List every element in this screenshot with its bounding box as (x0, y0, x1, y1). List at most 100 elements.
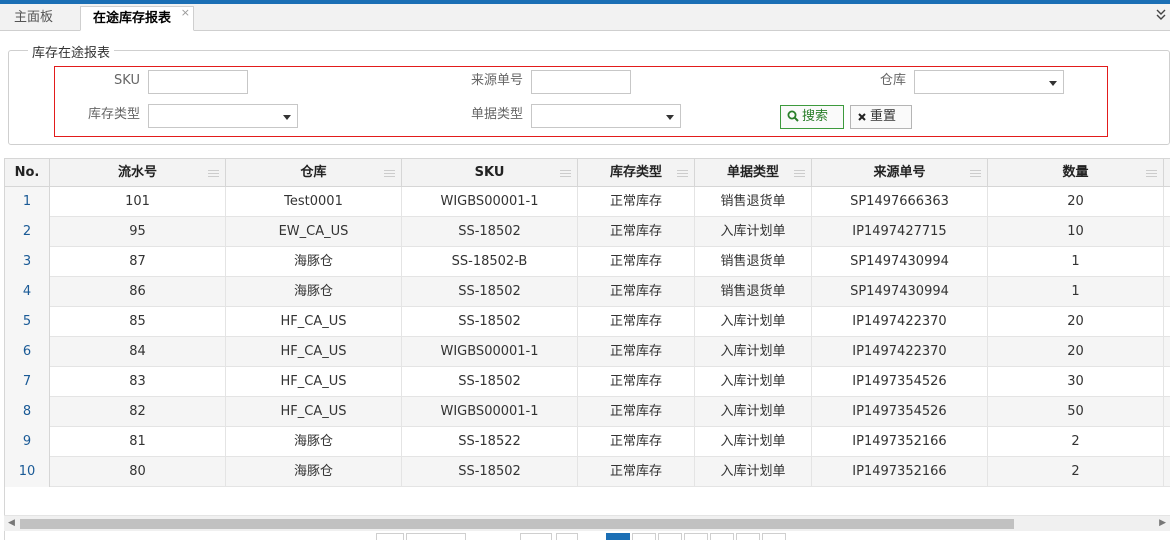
pager-page-button[interactable] (632, 533, 656, 540)
warehouse-cell: HF_CA_US (226, 337, 402, 367)
source-no-label: 来源单号 (470, 73, 523, 88)
pager-first-button[interactable] (376, 533, 404, 540)
column-header-sku[interactable]: SKU (402, 159, 578, 187)
search-icon (787, 110, 799, 122)
table-row[interactable]: 1 101 Test0001 WIGBS00001-1 正常库存 销售退货单 SP14976… (5, 187, 1170, 217)
warehouse-select[interactable] (914, 70, 1064, 94)
grid-header: No. 流水号 仓库 SKU 库存类型 单据类型 来源单号 数量 (5, 159, 1170, 187)
row-number: 7 (5, 367, 50, 397)
row-number: 3 (5, 247, 50, 277)
warehouse-cell: HF_CA_US (226, 397, 402, 427)
row-number: 9 (5, 427, 50, 457)
table-row[interactable]: 7 83 HF_CA_US SS-18502 正常库存 入库计划单 IP1497354526… (5, 367, 1170, 397)
pager-page-button[interactable] (684, 533, 708, 540)
table-row[interactable]: 10 80 海豚仓 SS-18502 正常库存 入库计划单 IP1497352166 2 (5, 457, 1170, 487)
serial-cell: 80 (50, 457, 226, 487)
serial-cell: 95 (50, 217, 226, 247)
sku-cell: SS-18502 (402, 307, 578, 337)
horizontal-scrollbar[interactable]: ◀ ▶ (4, 515, 1170, 531)
dropdown-caret-icon (283, 115, 291, 120)
source-no-cell: IP1497354526 (812, 367, 988, 397)
serial-cell: 101 (50, 187, 226, 217)
serial-cell: 86 (50, 277, 226, 307)
inventory-grid: No. 流水号 仓库 SKU 库存类型 单据类型 来源单号 数量 1 101 Tes… (4, 158, 1170, 540)
column-header-warehouse[interactable]: 仓库 (226, 159, 402, 187)
row-number: 2 (5, 217, 50, 247)
quantity-cell: 20 (988, 187, 1164, 217)
stock-type-cell: 正常库存 (578, 427, 695, 457)
stock-type-cell: 正常库存 (578, 187, 695, 217)
doc-type-cell: 入库计划单 (695, 337, 812, 367)
serial-cell: 84 (50, 337, 226, 367)
column-header-stock-type[interactable]: 库存类型 (578, 159, 695, 187)
column-header-serial[interactable]: 流水号 (50, 159, 226, 187)
reset-button[interactable]: 重置 (850, 105, 912, 129)
pager-page-button[interactable] (658, 533, 682, 540)
column-menu-icon[interactable] (384, 170, 395, 177)
table-row[interactable]: 9 81 海豚仓 SS-18522 正常库存 入库计划单 IP1497352166 2 (5, 427, 1170, 457)
tab-bar: 主面板 在途库存报表 × (0, 4, 1170, 31)
doc-type-cell: 入库计划单 (695, 217, 812, 247)
source-no-cell: SP1497666363 (812, 187, 988, 217)
warehouse-cell: Test0001 (226, 187, 402, 217)
column-menu-icon[interactable] (794, 170, 805, 177)
pager-size-select[interactable] (406, 533, 466, 540)
scroll-left-arrow-icon[interactable]: ◀ (8, 518, 15, 528)
scrollbar-thumb[interactable] (20, 519, 1014, 529)
pager-last-button[interactable] (736, 533, 760, 540)
source-no-cell: SP1497430994 (812, 247, 988, 277)
serial-cell: 83 (50, 367, 226, 397)
sku-label: SKU (114, 73, 140, 88)
stock-type-cell: 正常库存 (578, 307, 695, 337)
sku-input[interactable] (148, 70, 248, 94)
row-number: 5 (5, 307, 50, 337)
table-row[interactable]: 4 86 海豚仓 SS-18502 正常库存 销售退货单 SP1497430994 1 (5, 277, 1170, 307)
pager-refresh-button[interactable] (762, 533, 786, 540)
column-menu-icon[interactable] (1146, 170, 1157, 177)
sku-cell: SS-18502 (402, 367, 578, 397)
quantity-cell: 10 (988, 217, 1164, 247)
column-menu-icon[interactable] (208, 170, 219, 177)
tab-inventory-in-transit[interactable]: 在途库存报表 × (80, 6, 194, 31)
column-menu-icon[interactable] (677, 170, 688, 177)
search-button[interactable]: 搜索 (780, 105, 844, 129)
column-header-doc-type-label: 单据类型 (726, 165, 779, 180)
row-number: 10 (5, 457, 50, 487)
table-row[interactable]: 6 84 HF_CA_US WIGBS00001-1 正常库存 入库计划单 IP149742… (5, 337, 1170, 367)
tab-menu-chevron-icon[interactable] (1154, 9, 1168, 25)
column-header-warehouse-label: 仓库 (300, 165, 327, 180)
source-no-input[interactable] (531, 70, 631, 94)
warehouse-cell: 海豚仓 (226, 457, 402, 487)
pager-prev-button[interactable] (556, 533, 578, 540)
table-row[interactable]: 3 87 海豚仓 SS-18502-B 正常库存 销售退货单 SP1497430994 1 (5, 247, 1170, 277)
warehouse-cell: 海豚仓 (226, 427, 402, 457)
warehouse-cell: HF_CA_US (226, 307, 402, 337)
column-header-source-no[interactable]: 来源单号 (812, 159, 988, 187)
column-header-no[interactable]: No. (5, 159, 50, 187)
stock-type-select[interactable] (148, 104, 298, 128)
stock-type-cell: 正常库存 (578, 247, 695, 277)
stock-type-cell: 正常库存 (578, 457, 695, 487)
column-menu-icon[interactable] (560, 170, 571, 177)
table-row[interactable]: 2 95 EW_CA_US SS-18502 正常库存 入库计划单 IP1497427715… (5, 217, 1170, 247)
tab-close-icon[interactable]: × (181, 1, 190, 25)
quantity-cell: 2 (988, 427, 1164, 457)
doc-type-select[interactable] (531, 104, 681, 128)
pager-current-page[interactable] (606, 533, 630, 540)
pager-next-button[interactable] (710, 533, 734, 540)
column-header-quantity[interactable]: 数量 (988, 159, 1164, 187)
stock-type-cell: 正常库存 (578, 367, 695, 397)
stock-type-label: 库存类型 (87, 107, 140, 122)
scroll-right-arrow-icon[interactable]: ▶ (1159, 518, 1166, 528)
tab-home[interactable]: 主面板 (2, 6, 76, 31)
serial-cell: 85 (50, 307, 226, 337)
column-menu-icon[interactable] (970, 170, 981, 177)
source-no-cell: IP1497422370 (812, 337, 988, 367)
reset-button-label: 重置 (870, 109, 897, 124)
pager-page-input[interactable] (520, 533, 552, 540)
table-row[interactable]: 8 82 HF_CA_US WIGBS00001-1 正常库存 入库计划单 IP149735… (5, 397, 1170, 427)
table-row[interactable]: 5 85 HF_CA_US SS-18502 正常库存 入库计划单 IP1497422370… (5, 307, 1170, 337)
sku-cell: SS-18502-B (402, 247, 578, 277)
source-no-cell: IP1497427715 (812, 217, 988, 247)
column-header-doc-type[interactable]: 单据类型 (695, 159, 812, 187)
